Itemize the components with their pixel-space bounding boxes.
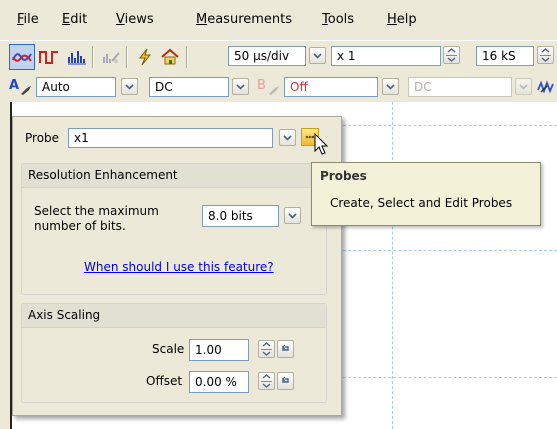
channel-a-options-button[interactable]: A — [8, 78, 34, 96]
zoom-spinner[interactable] — [443, 46, 460, 64]
channel-a-range-field[interactable]: Auto — [36, 77, 116, 97]
cursor-arrow-icon — [314, 133, 329, 155]
samples-field[interactable]: 16 kS — [476, 46, 534, 66]
signal-generator-icon — [537, 80, 554, 94]
chevron-down-icon — [125, 83, 134, 90]
menu-edit-label: dit — [70, 12, 88, 27]
channel-b-range-dropdown[interactable] — [382, 78, 399, 95]
spectrum-button[interactable] — [64, 44, 90, 70]
scope-view-button[interactable] — [9, 44, 35, 70]
toolbar-separator — [126, 46, 128, 68]
scale-label: Scale — [152, 342, 185, 356]
persistence-icon — [39, 51, 58, 64]
spin-down-icon — [262, 383, 271, 388]
resolution-bits-dropdown[interactable] — [284, 207, 301, 224]
spin-down-icon — [447, 57, 456, 62]
chevron-down-icon — [519, 83, 528, 90]
channel-b-range-field[interactable]: Off — [284, 77, 378, 97]
chevron-down-icon — [283, 134, 292, 141]
probe-dropdown-button[interactable] — [279, 129, 296, 146]
samples-spinner[interactable] — [537, 46, 554, 64]
home-icon — [161, 48, 179, 65]
tooltip-title: Probes — [320, 169, 367, 183]
timebase-dropdown-button[interactable] — [309, 47, 326, 64]
channel-settings-panel: Probe x1 Resolution Enhancement Select t… — [12, 116, 342, 416]
home-button[interactable] — [157, 44, 183, 70]
offset-label: Offset — [146, 374, 183, 388]
probe-small-icon — [21, 86, 31, 95]
spectrum-disabled-icon — [103, 52, 120, 63]
channel-a-label: A — [9, 78, 20, 93]
probe-small-icon — [269, 86, 279, 95]
menu-file-label: ile — [23, 12, 39, 27]
channel-b-options-button[interactable]: B — [256, 78, 282, 96]
persistence-button[interactable] — [36, 44, 62, 70]
menu-help-mnemonic: H — [387, 12, 397, 27]
channel-b-label: B — [257, 78, 266, 93]
menu-tools[interactable]: Tools — [322, 12, 354, 27]
spin-up-icon — [447, 48, 456, 53]
spin-up-icon — [262, 374, 271, 379]
spectrum-icon — [68, 51, 86, 65]
spectrum-disabled-button — [98, 44, 124, 70]
toolbar-separator — [186, 46, 188, 68]
resolution-enhancement-group: Resolution Enhancement Select the maximu… — [21, 163, 327, 295]
trigger-button[interactable] — [132, 44, 158, 70]
axis-scaling-group: Axis Scaling Scale 1.00 Offset 0.00 % — [21, 303, 327, 403]
resolution-description-line2: number of bits. — [34, 219, 126, 233]
timebase-field[interactable]: 50 µs/div — [228, 46, 306, 66]
menu-measurements-mnemonic: M — [196, 12, 208, 27]
spin-up-icon — [541, 48, 550, 53]
spin-down-icon — [541, 57, 550, 62]
menu-file[interactable]: File — [17, 12, 39, 27]
scale-field[interactable]: 1.00 — [189, 339, 249, 361]
probe-label: Probe — [25, 131, 60, 145]
channel-b-coupling-dropdown — [515, 78, 532, 95]
resolution-bits-field[interactable]: 8.0 bits — [202, 205, 279, 227]
menu-edit[interactable]: Edit — [62, 12, 87, 27]
chevron-down-icon — [386, 83, 395, 90]
menu-tools-label: ools — [327, 12, 355, 27]
resolution-description-line1: Select the maximum — [34, 204, 159, 218]
scope-view-icon — [12, 53, 32, 62]
scale-spinner[interactable] — [258, 340, 275, 358]
channel-b-coupling-field: DC — [408, 77, 512, 97]
scale-reset-button[interactable] — [277, 340, 294, 358]
axis-scaling-title: Axis Scaling — [22, 304, 326, 328]
offset-spinner[interactable] — [258, 372, 275, 390]
menu-edit-mnemonic: E — [62, 12, 71, 27]
tooltip-body: Create, Select and Edit Probes — [330, 196, 513, 210]
menu-views-mnemonic: V — [116, 12, 125, 27]
signal-generator-button[interactable] — [535, 74, 557, 100]
menu-views[interactable]: Views — [116, 12, 154, 27]
grid-line — [392, 102, 393, 429]
probe-field[interactable]: x1 — [68, 128, 273, 148]
reset-icon — [282, 344, 289, 351]
menu-measurements-label: easurements — [207, 12, 293, 27]
menu-bar: File Edit Views Measurements Tools Help — [0, 0, 557, 40]
zoom-field[interactable]: x 1 — [331, 46, 441, 66]
chevron-down-icon — [288, 212, 297, 219]
offset-field[interactable]: 0.00 % — [189, 371, 249, 393]
channel-a-range-dropdown[interactable] — [121, 78, 138, 95]
chevron-down-icon — [313, 52, 322, 59]
channel-a-coupling-field[interactable]: DC — [149, 77, 229, 97]
reset-icon — [282, 376, 289, 383]
channel-toolbar: A Auto DC B Off DC — [0, 71, 557, 102]
menu-measurements[interactable]: Measurements — [196, 12, 292, 27]
menu-help[interactable]: Help — [387, 12, 417, 27]
toolbar-separator — [92, 46, 94, 68]
main-toolbar: 50 µs/div x 1 16 kS — [0, 40, 557, 72]
spin-down-icon — [262, 351, 271, 356]
menu-views-label: iews — [124, 12, 154, 27]
chevron-down-icon — [236, 83, 245, 90]
offset-reset-button[interactable] — [277, 372, 294, 390]
trigger-icon — [138, 48, 152, 66]
resolution-help-link[interactable]: When should I use this feature? — [84, 260, 274, 274]
menu-help-label: elp — [396, 12, 417, 27]
probes-tooltip: Probes Create, Select and Edit Probes — [311, 162, 541, 226]
channel-a-coupling-dropdown[interactable] — [232, 78, 249, 95]
resolution-enhancement-title: Resolution Enhancement — [22, 164, 326, 188]
spin-up-icon — [262, 342, 271, 347]
